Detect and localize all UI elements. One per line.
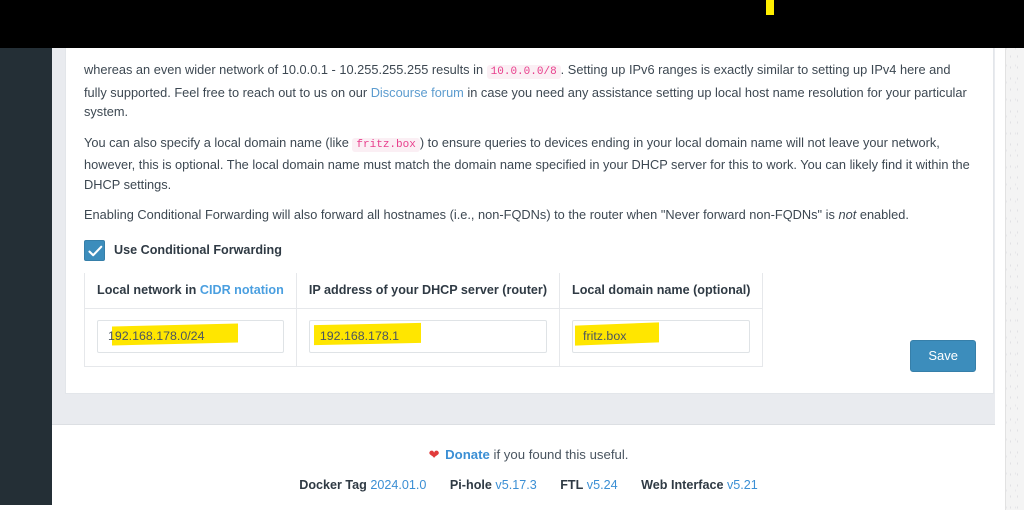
help-paragraph-1-text-a: whereas an even wider network of 10.0.0.… — [84, 62, 484, 77]
check-icon — [88, 245, 103, 256]
donate-suffix: if you found this useful. — [493, 447, 629, 462]
settings-card: whereas an even wider network of 10.0.0.… — [65, 48, 994, 394]
donate-line: ❤ Donate if you found this useful. — [52, 447, 1005, 463]
help-paragraph-2: You can also specify a local domain name… — [84, 133, 975, 195]
help-paragraph-3-emphasis: not — [838, 207, 857, 222]
help-paragraph-1: whereas an even wider network of 10.0.0.… — [84, 60, 975, 122]
screenshot-root: whereas an even wider network of 10.0.0.… — [0, 0, 1024, 510]
version-web-interface-label: Web Interface — [641, 478, 724, 492]
page-scrollbar[interactable] — [1005, 48, 1024, 510]
table-header-row: Local network in CIDR notation IP addres… — [84, 272, 764, 309]
column-header-local-domain-text: Local domain name (optional) — [572, 282, 751, 297]
highlighter-mark-top — [766, 0, 774, 15]
version-docker-tag-value: 2024.01.0 — [370, 478, 427, 492]
use-conditional-forwarding-checkbox[interactable] — [84, 239, 105, 261]
help-paragraph-2-text-a: You can also specify a local domain name… — [84, 134, 349, 150]
scrollbar-texture — [1006, 48, 1024, 510]
version-pihole: Pi-hole v5.17.3 — [450, 478, 540, 492]
version-web-interface: Web Interface v5.21 — [641, 478, 758, 492]
cidr-notation-link[interactable]: CIDR notation — [200, 283, 284, 297]
donate-link[interactable]: Donate — [445, 447, 490, 462]
cidr-code-sample: 10.0.0.0/8 — [486, 65, 561, 79]
heart-icon: ❤ — [428, 447, 440, 462]
local-network-input-value: 192.168.178.0/24 — [108, 329, 205, 343]
version-line: Docker Tag 2024.01.0 Pi-hole v5.17.3 FTL… — [52, 478, 1005, 492]
discourse-forum-link[interactable]: Discourse forum — [371, 85, 464, 100]
version-docker-tag: Docker Tag 2024.01.0 — [299, 478, 430, 492]
help-paragraph-3: Enabling Conditional Forwarding will als… — [84, 205, 975, 225]
column-header-local-domain: Local domain name (optional) — [559, 272, 764, 309]
version-web-interface-value: v5.21 — [726, 478, 758, 492]
help-paragraph-3-text-b: enabled. — [859, 207, 909, 222]
version-ftl: FTL v5.24 — [560, 478, 621, 492]
scrollbar-gap — [995, 48, 1005, 510]
local-domain-name-input-value: fritz.box — [583, 329, 627, 343]
column-header-dhcp-server: IP address of your DHCP server (router) — [295, 272, 561, 309]
save-button[interactable]: Save — [910, 340, 976, 372]
column-header-local-network: Local network in CIDR notation — [84, 272, 297, 309]
top-black-bar — [0, 0, 1024, 48]
site-footer: ❤ Donate if you found this useful. Docke… — [52, 424, 1005, 505]
version-pihole-label: Pi-hole — [449, 478, 492, 492]
help-paragraph-3-text-a: Enabling Conditional Forwarding will als… — [84, 207, 835, 222]
settings-card-body: whereas an even wider network of 10.0.0.… — [66, 48, 993, 373]
use-conditional-forwarding-label[interactable]: Use Conditional Forwarding — [114, 243, 282, 257]
column-header-dhcp-server-text: IP address of your DHCP server (router) — [308, 282, 548, 297]
version-pihole-value: v5.17.3 — [495, 478, 537, 492]
domain-code-sample: fritz.box — [352, 137, 420, 152]
version-docker-tag-label: Docker Tag — [299, 478, 367, 492]
dhcp-server-ip-input-value: 192.168.178.1 — [319, 329, 400, 343]
card-footer: Save — [66, 331, 993, 393]
use-conditional-forwarding-row[interactable]: Use Conditional Forwarding — [84, 239, 975, 261]
column-header-local-network-text: Local network in — [97, 282, 197, 297]
version-ftl-label: FTL — [560, 478, 584, 492]
left-sidebar[interactable] — [0, 48, 52, 505]
version-ftl-value: v5.24 — [586, 478, 618, 492]
